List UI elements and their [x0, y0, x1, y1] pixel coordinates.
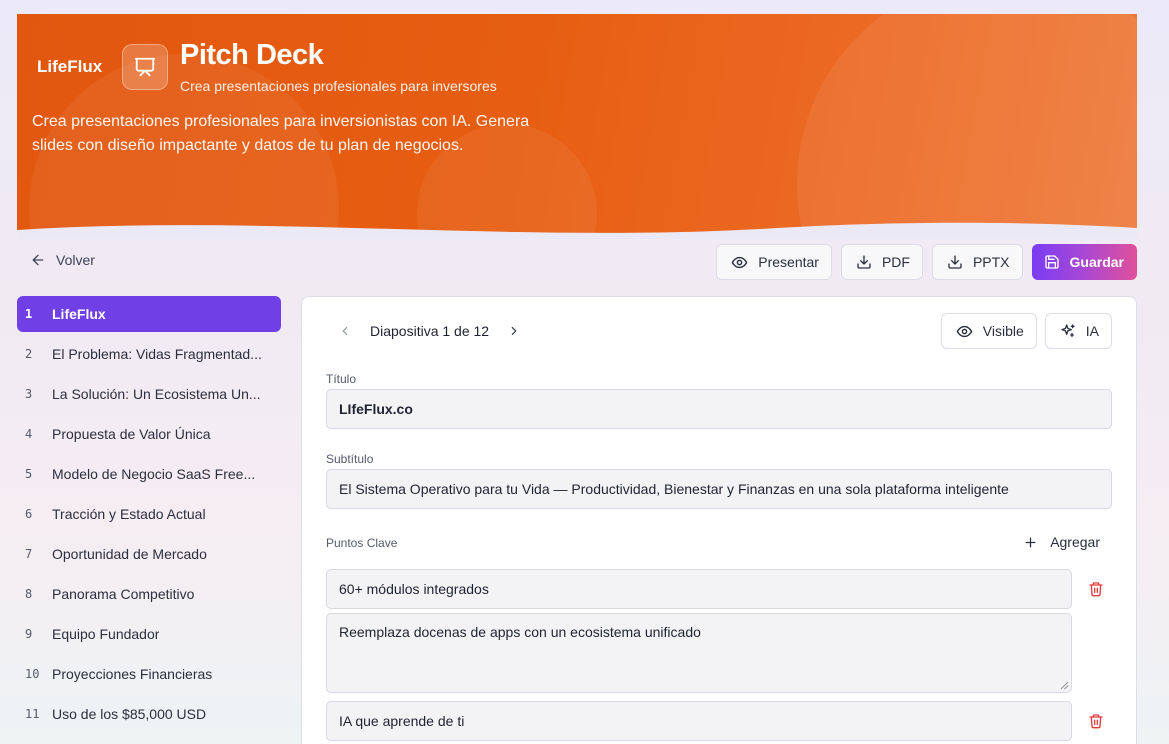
- arrow-left-icon: [32, 254, 44, 266]
- slide-title: Equipo Fundador: [52, 626, 160, 642]
- add-label: Agregar: [1050, 534, 1100, 550]
- point-description-textarea[interactable]: Reemplaza docenas de apps con un ecosist…: [326, 613, 1072, 693]
- slide-number: 6: [25, 507, 33, 521]
- slide-item[interactable]: 3 La Solución: Un Ecosistema Un...: [17, 376, 281, 412]
- slide-title: El Problema: Vidas Fragmentad...: [52, 346, 262, 362]
- title-label: Título: [326, 372, 357, 386]
- page-title: Pitch Deck: [180, 39, 324, 71]
- present-button[interactable]: Presentar: [716, 244, 832, 280]
- slide-number: 1: [25, 307, 33, 321]
- slide-title: Modelo de Negocio SaaS Free...: [52, 466, 256, 482]
- present-label: Presentar: [758, 254, 819, 270]
- point-title-input[interactable]: 60+ módulos integrados: [326, 569, 1072, 609]
- pdf-label: PDF: [881, 254, 910, 270]
- slide-item[interactable]: 1 LifeFlux: [17, 296, 281, 332]
- pptx-label: PPTX: [972, 254, 1010, 270]
- page-description: Crea presentaciones profesionales para i…: [32, 113, 530, 154]
- slide-item[interactable]: 11 Uso de los $85,000 USD: [17, 696, 281, 732]
- save-icon: [1044, 255, 1059, 269]
- slide-number: 5: [25, 467, 33, 481]
- chevron-left-icon[interactable]: [338, 324, 352, 338]
- top-toolbar: Presentar PDF PPTX Guardar: [716, 244, 1137, 280]
- slide-title: Uso de los $85,000 USD: [52, 706, 207, 722]
- ai-button[interactable]: IA: [1044, 313, 1112, 349]
- ai-label: IA: [1085, 323, 1099, 339]
- editor-actions: Visible IA: [940, 313, 1112, 349]
- title-input[interactable]: LIfeFlux.co: [326, 389, 1112, 429]
- slide-number: 10: [25, 667, 40, 681]
- plus-icon: [1025, 537, 1036, 547]
- slide-list: 1 LifeFlux 2 El Problema: Vidas Fragmentad…: [17, 296, 281, 736]
- download-icon: [857, 255, 871, 269]
- slide-item[interactable]: 10 Proyecciones Financieras: [17, 656, 281, 692]
- point-title-input[interactable]: IA que aprende de ti: [326, 701, 1072, 741]
- slide-item[interactable]: 5 Modelo de Negocio SaaS Free...: [17, 456, 281, 492]
- back-label: Volver: [56, 252, 95, 268]
- eye-icon: [956, 325, 973, 337]
- presentation-icon: [122, 44, 168, 90]
- hero-wave: [17, 222, 1137, 239]
- slide-navigator: Diapositiva 1 de 12: [338, 323, 521, 339]
- slide-number: 4: [25, 427, 33, 441]
- download-icon: [948, 255, 962, 269]
- slide-item[interactable]: 4 Propuesta de Valor Única: [17, 416, 281, 452]
- visible-toggle-button[interactable]: Visible: [940, 313, 1037, 349]
- slide-item[interactable]: 8 Panorama Competitivo: [17, 576, 281, 612]
- slide-editor: Diapositiva 1 de 12 Visible IA Título LI…: [301, 296, 1137, 744]
- add-point-button[interactable]: Agregar: [1023, 534, 1100, 550]
- slide-title: LifeFlux: [52, 306, 106, 322]
- slide-number: 9: [25, 627, 33, 641]
- slide-title: Proyecciones Financieras: [52, 666, 213, 682]
- slide-title: Propuesta de Valor Única: [52, 426, 211, 442]
- slide-title: La Solución: Un Ecosistema Un...: [52, 386, 261, 402]
- slide-number: 3: [25, 387, 33, 401]
- subtitle-input[interactable]: El Sistema Operativo para tu Vida — Prod…: [326, 469, 1112, 509]
- hero-decor-circle: [797, 14, 1137, 239]
- slide-number: 8: [25, 587, 33, 601]
- key-points-label: Puntos Clave: [326, 536, 398, 550]
- back-button[interactable]: Volver: [30, 252, 95, 268]
- slide-item[interactable]: 2 El Problema: Vidas Fragmentad...: [17, 336, 281, 372]
- slide-number: 11: [25, 707, 40, 721]
- save-button[interactable]: Guardar: [1031, 244, 1137, 280]
- sparkles-icon: [1061, 324, 1075, 337]
- slide-title: Oportunidad de Mercado: [52, 546, 207, 562]
- eye-icon: [731, 256, 748, 268]
- export-pdf-button[interactable]: PDF: [840, 244, 923, 280]
- point-description-text: Reemplaza docenas de apps con un ecosist…: [339, 624, 701, 640]
- save-label: Guardar: [1069, 254, 1124, 270]
- subtitle-label: Subtítulo: [326, 452, 374, 466]
- slide-item[interactable]: 6 Tracción y Estado Actual: [17, 496, 281, 532]
- slide-title: Panorama Competitivo: [52, 586, 195, 602]
- slide-item[interactable]: 7 Oportunidad de Mercado: [17, 536, 281, 572]
- visible-label: Visible: [982, 323, 1024, 339]
- trash-icon[interactable]: [1088, 713, 1104, 729]
- chevron-right-icon[interactable]: [507, 324, 521, 338]
- page-subtitle: Crea presentaciones profesionales para i…: [180, 78, 497, 94]
- slide-title: Tracción y Estado Actual: [52, 506, 206, 522]
- slide-item[interactable]: 9 Equipo Fundador: [17, 616, 281, 652]
- brand-name: LifeFlux: [37, 57, 103, 76]
- slide-number: 2: [25, 347, 33, 361]
- trash-icon[interactable]: [1088, 581, 1104, 597]
- slide-number: 7: [25, 547, 33, 561]
- slide-indicator: Diapositiva 1 de 12: [370, 323, 490, 339]
- resize-handle-icon[interactable]: [1060, 681, 1069, 690]
- export-pptx-button[interactable]: PPTX: [931, 244, 1023, 280]
- hero-header: LifeFlux Pitch Deck Crea presentaciones …: [17, 14, 1137, 239]
